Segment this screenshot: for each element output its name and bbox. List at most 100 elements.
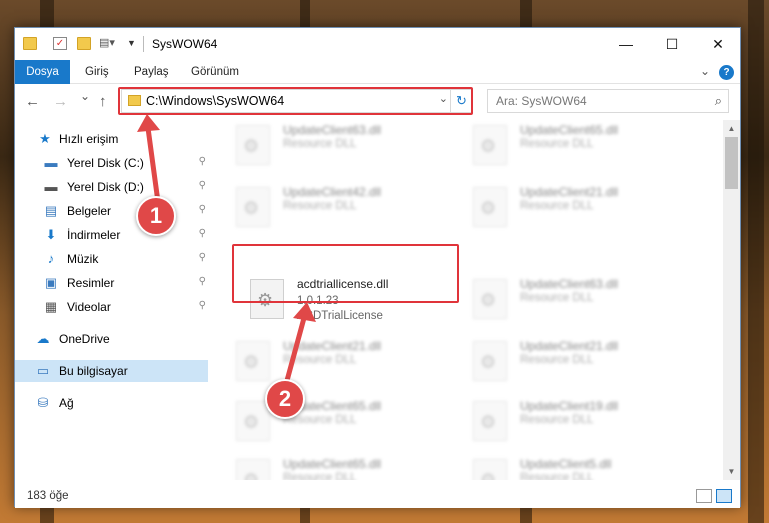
sidebar-item-onedrive[interactable]: ☁ OneDrive bbox=[15, 328, 208, 350]
pin-icon[interactable]: ⚲ bbox=[199, 300, 206, 311]
sidebar-item-documents[interactable]: ▤ Belgeler ⚲ bbox=[15, 200, 208, 222]
list-item[interactable]: UpdateClient5.dll Resource DLL bbox=[473, 454, 695, 480]
list-item[interactable]: UpdateClient63.dll Resource DLL bbox=[236, 120, 458, 176]
drive-icon: ▬ bbox=[44, 179, 58, 194]
up-arrow-icon[interactable]: ↑ bbox=[99, 93, 107, 110]
navigation-pane: ★ Hızlı erişim ▬ Yerel Disk (C:) ⚲ ▬ Yer… bbox=[15, 120, 208, 480]
dll-file-icon bbox=[473, 279, 507, 319]
dll-file-icon bbox=[473, 341, 507, 381]
file-description: Resource DLL bbox=[283, 472, 357, 480]
music-icon: ♪ bbox=[47, 251, 55, 266]
scroll-thumb[interactable] bbox=[725, 137, 738, 189]
file-description: Resource DLL bbox=[520, 292, 594, 304]
sidebar-item-local-disk-c[interactable]: ▬ Yerel Disk (C:) ⚲ bbox=[15, 152, 208, 174]
status-bar: 183 öğe bbox=[15, 484, 740, 508]
details-view-icon[interactable] bbox=[696, 489, 712, 503]
list-item[interactable]: UpdateClient42.dll Resource DLL bbox=[236, 182, 458, 238]
file-description: Resource DLL bbox=[520, 414, 594, 426]
file-description: Resource DLL bbox=[283, 138, 357, 150]
sidebar-item-label: Videolar bbox=[67, 300, 111, 314]
star-icon: ★ bbox=[39, 131, 51, 146]
sidebar-item-pictures[interactable]: ▣ Resimler ⚲ bbox=[15, 272, 208, 294]
scroll-down-icon[interactable]: ▼ bbox=[723, 463, 740, 480]
close-button[interactable]: ✕ bbox=[695, 28, 741, 60]
step-2-badge: 2 bbox=[265, 379, 305, 419]
file-name: UpdateClient5.dll bbox=[520, 457, 612, 471]
maximize-button[interactable]: ☐ bbox=[649, 28, 695, 60]
file-description: ACDTrialLicense bbox=[297, 310, 383, 322]
pin-icon[interactable]: ⚲ bbox=[199, 276, 206, 287]
properties-icon[interactable]: ✓ bbox=[53, 37, 67, 50]
forward-arrow-icon[interactable]: → bbox=[53, 93, 68, 110]
dll-file-icon bbox=[473, 187, 507, 227]
file-description: Resource DLL bbox=[520, 354, 594, 366]
chevron-down-icon[interactable]: ⌄ bbox=[700, 64, 710, 78]
network-icon: ⛁ bbox=[37, 395, 49, 410]
sidebar-item-label: Hızlı erişim bbox=[59, 132, 119, 146]
dll-file-icon bbox=[236, 187, 270, 227]
list-item[interactable]: UpdateClient65.dll Resource DLL bbox=[473, 120, 695, 176]
pin-icon[interactable]: ⚲ bbox=[199, 156, 206, 167]
sidebar-item-label: Yerel Disk (D:) bbox=[67, 180, 144, 194]
pin-icon[interactable]: ⚲ bbox=[199, 204, 206, 215]
customize-icon[interactable]: ▤▾ bbox=[99, 37, 115, 50]
search-input[interactable]: Ara: SysWOW64 ⌕ bbox=[487, 89, 729, 113]
sidebar-item-label: Resimler bbox=[67, 276, 115, 290]
file-name: UpdateClient65.dll bbox=[283, 457, 382, 471]
pin-icon[interactable]: ⚲ bbox=[199, 252, 206, 263]
sidebar-item-label: Ağ bbox=[59, 396, 74, 410]
file-name: UpdateClient42.dll bbox=[283, 185, 382, 199]
help-icon[interactable]: ? bbox=[719, 65, 734, 80]
back-arrow-icon[interactable]: ← bbox=[25, 93, 40, 110]
tiles-view-icon[interactable] bbox=[716, 489, 732, 503]
pictures-icon: ▣ bbox=[44, 275, 58, 290]
vertical-scrollbar[interactable]: ▲ ▼ bbox=[723, 120, 740, 480]
file-highlight-box bbox=[232, 244, 459, 303]
dll-file-icon bbox=[236, 459, 270, 480]
file-name: UpdateClient19.dll bbox=[520, 399, 619, 413]
file-name: UpdateClient63.dll bbox=[283, 123, 382, 137]
list-item[interactable]: UpdateClient63.dll Resource DLL bbox=[473, 274, 695, 330]
item-count: 183 öğe bbox=[27, 490, 69, 502]
search-placeholder: Ara: SysWOW64 bbox=[496, 94, 587, 108]
step-1-badge: 1 bbox=[136, 196, 176, 236]
sidebar-item-local-disk-d[interactable]: ▬ Yerel Disk (D:) ⚲ bbox=[15, 176, 208, 198]
background-tree bbox=[748, 0, 764, 523]
dll-file-icon bbox=[236, 125, 270, 165]
sidebar-item-network[interactable]: ⛁ Ağ bbox=[15, 392, 208, 414]
list-item[interactable]: UpdateClient21.dll Resource DLL bbox=[473, 336, 695, 392]
new-folder-icon[interactable] bbox=[77, 37, 91, 50]
sidebar-item-music[interactable]: ♪ Müzik ⚲ bbox=[15, 248, 208, 270]
tab-view[interactable]: Görünüm bbox=[191, 60, 239, 84]
file-description: Resource DLL bbox=[520, 472, 594, 480]
list-item[interactable]: UpdateClient65.dll Resource DLL bbox=[236, 454, 458, 480]
computer-icon: ▭ bbox=[36, 363, 50, 378]
drive-icon: ▬ bbox=[44, 155, 58, 170]
file-description: Resource DLL bbox=[283, 354, 357, 366]
file-name: UpdateClient63.dll bbox=[520, 277, 619, 291]
scroll-up-icon[interactable]: ▲ bbox=[723, 120, 740, 137]
pin-icon[interactable]: ⚲ bbox=[199, 180, 206, 191]
tab-share[interactable]: Paylaş bbox=[134, 60, 169, 84]
ribbon-tabs: Dosya Giriş Paylaş Görünüm ⌄ ? bbox=[15, 60, 740, 84]
sidebar-item-quick-access[interactable]: ★ Hızlı erişim bbox=[15, 128, 208, 150]
list-item[interactable]: UpdateClient19.dll Resource DLL bbox=[473, 396, 695, 452]
list-item[interactable]: UpdateClient21.dll Resource DLL bbox=[236, 336, 458, 392]
sidebar-item-label: Yerel Disk (C:) bbox=[67, 156, 144, 170]
tab-home[interactable]: Giriş bbox=[85, 60, 109, 84]
list-item[interactable]: UpdateClient21.dll Resource DLL bbox=[473, 182, 695, 238]
dll-file-icon bbox=[236, 341, 270, 381]
tab-file[interactable]: Dosya bbox=[15, 60, 70, 84]
minimize-button[interactable]: — bbox=[603, 28, 649, 60]
sidebar-item-videos[interactable]: ▦ Videolar ⚲ bbox=[15, 296, 208, 318]
sidebar-item-downloads[interactable]: ⬇ İndirmeler ⚲ bbox=[15, 224, 208, 246]
dll-file-icon bbox=[473, 459, 507, 480]
search-icon[interactable]: ⌕ bbox=[715, 93, 722, 109]
sidebar-item-this-pc[interactable]: ▭ Bu bilgisayar bbox=[15, 360, 208, 382]
recent-locations-icon[interactable]: ⌄ bbox=[80, 89, 90, 103]
quick-access-dropdown-icon[interactable]: ▼ bbox=[127, 37, 141, 50]
folder-icon bbox=[23, 37, 37, 50]
sidebar-item-label: Müzik bbox=[67, 252, 99, 266]
sidebar-item-label: Belgeler bbox=[67, 204, 112, 218]
pin-icon[interactable]: ⚲ bbox=[199, 228, 206, 239]
